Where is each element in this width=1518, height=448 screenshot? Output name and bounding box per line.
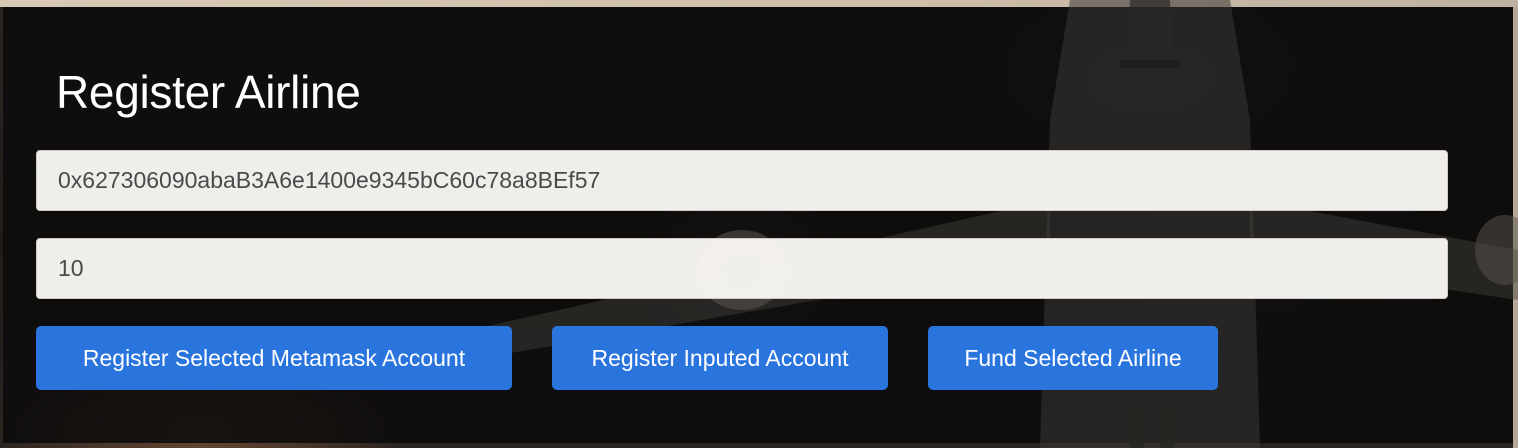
register-inputed-account-button[interactable]: Register Inputed Account — [552, 326, 888, 390]
page-title: Register Airline — [56, 66, 361, 118]
fund-selected-airline-button[interactable]: Fund Selected Airline — [928, 326, 1218, 390]
page-top-edge — [0, 0, 1518, 7]
register-selected-metamask-account-button[interactable]: Register Selected Metamask Account — [36, 326, 512, 390]
airline-address-input[interactable] — [36, 150, 1448, 211]
page-right-edge — [1513, 7, 1518, 448]
fund-amount-input[interactable] — [36, 238, 1448, 299]
